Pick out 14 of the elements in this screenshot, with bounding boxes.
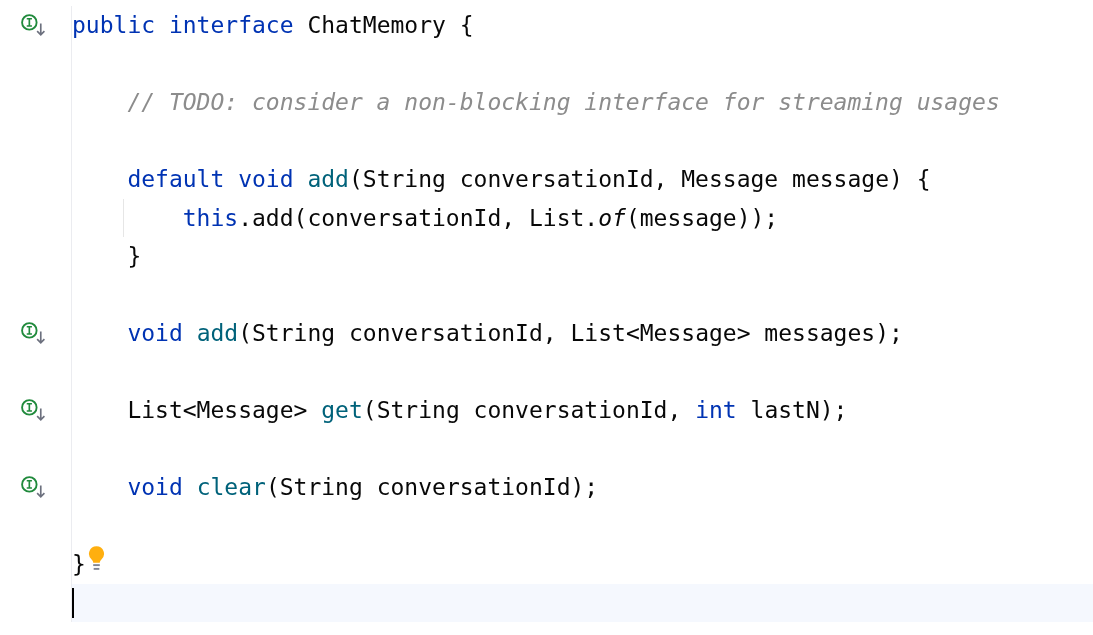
implemented-icon[interactable] — [20, 12, 47, 38]
code-line: } — [72, 551, 86, 578]
code-line: } — [127, 243, 142, 270]
lightbulb-icon[interactable] — [87, 544, 105, 572]
code-line: this.add(conversationId, List.of(message)); — [182, 204, 779, 231]
implemented-icon[interactable] — [20, 320, 47, 346]
code-line: default void add(String conversationId, Message message) { — [127, 166, 931, 193]
code-line: void add(String conversationId, List<Message> messages); — [127, 320, 903, 347]
code-line: public interface ChatMemory { — [72, 12, 474, 39]
implemented-icon[interactable] — [20, 397, 47, 423]
code-line: List<Message> get(String conversationId, int lastN); — [127, 397, 848, 424]
code-comment: // TODO: consider a non-blocking interface for streaming usages — [127, 89, 1000, 116]
implemented-icon[interactable] — [20, 474, 47, 500]
code-line: void clear(String conversationId); — [127, 474, 599, 501]
